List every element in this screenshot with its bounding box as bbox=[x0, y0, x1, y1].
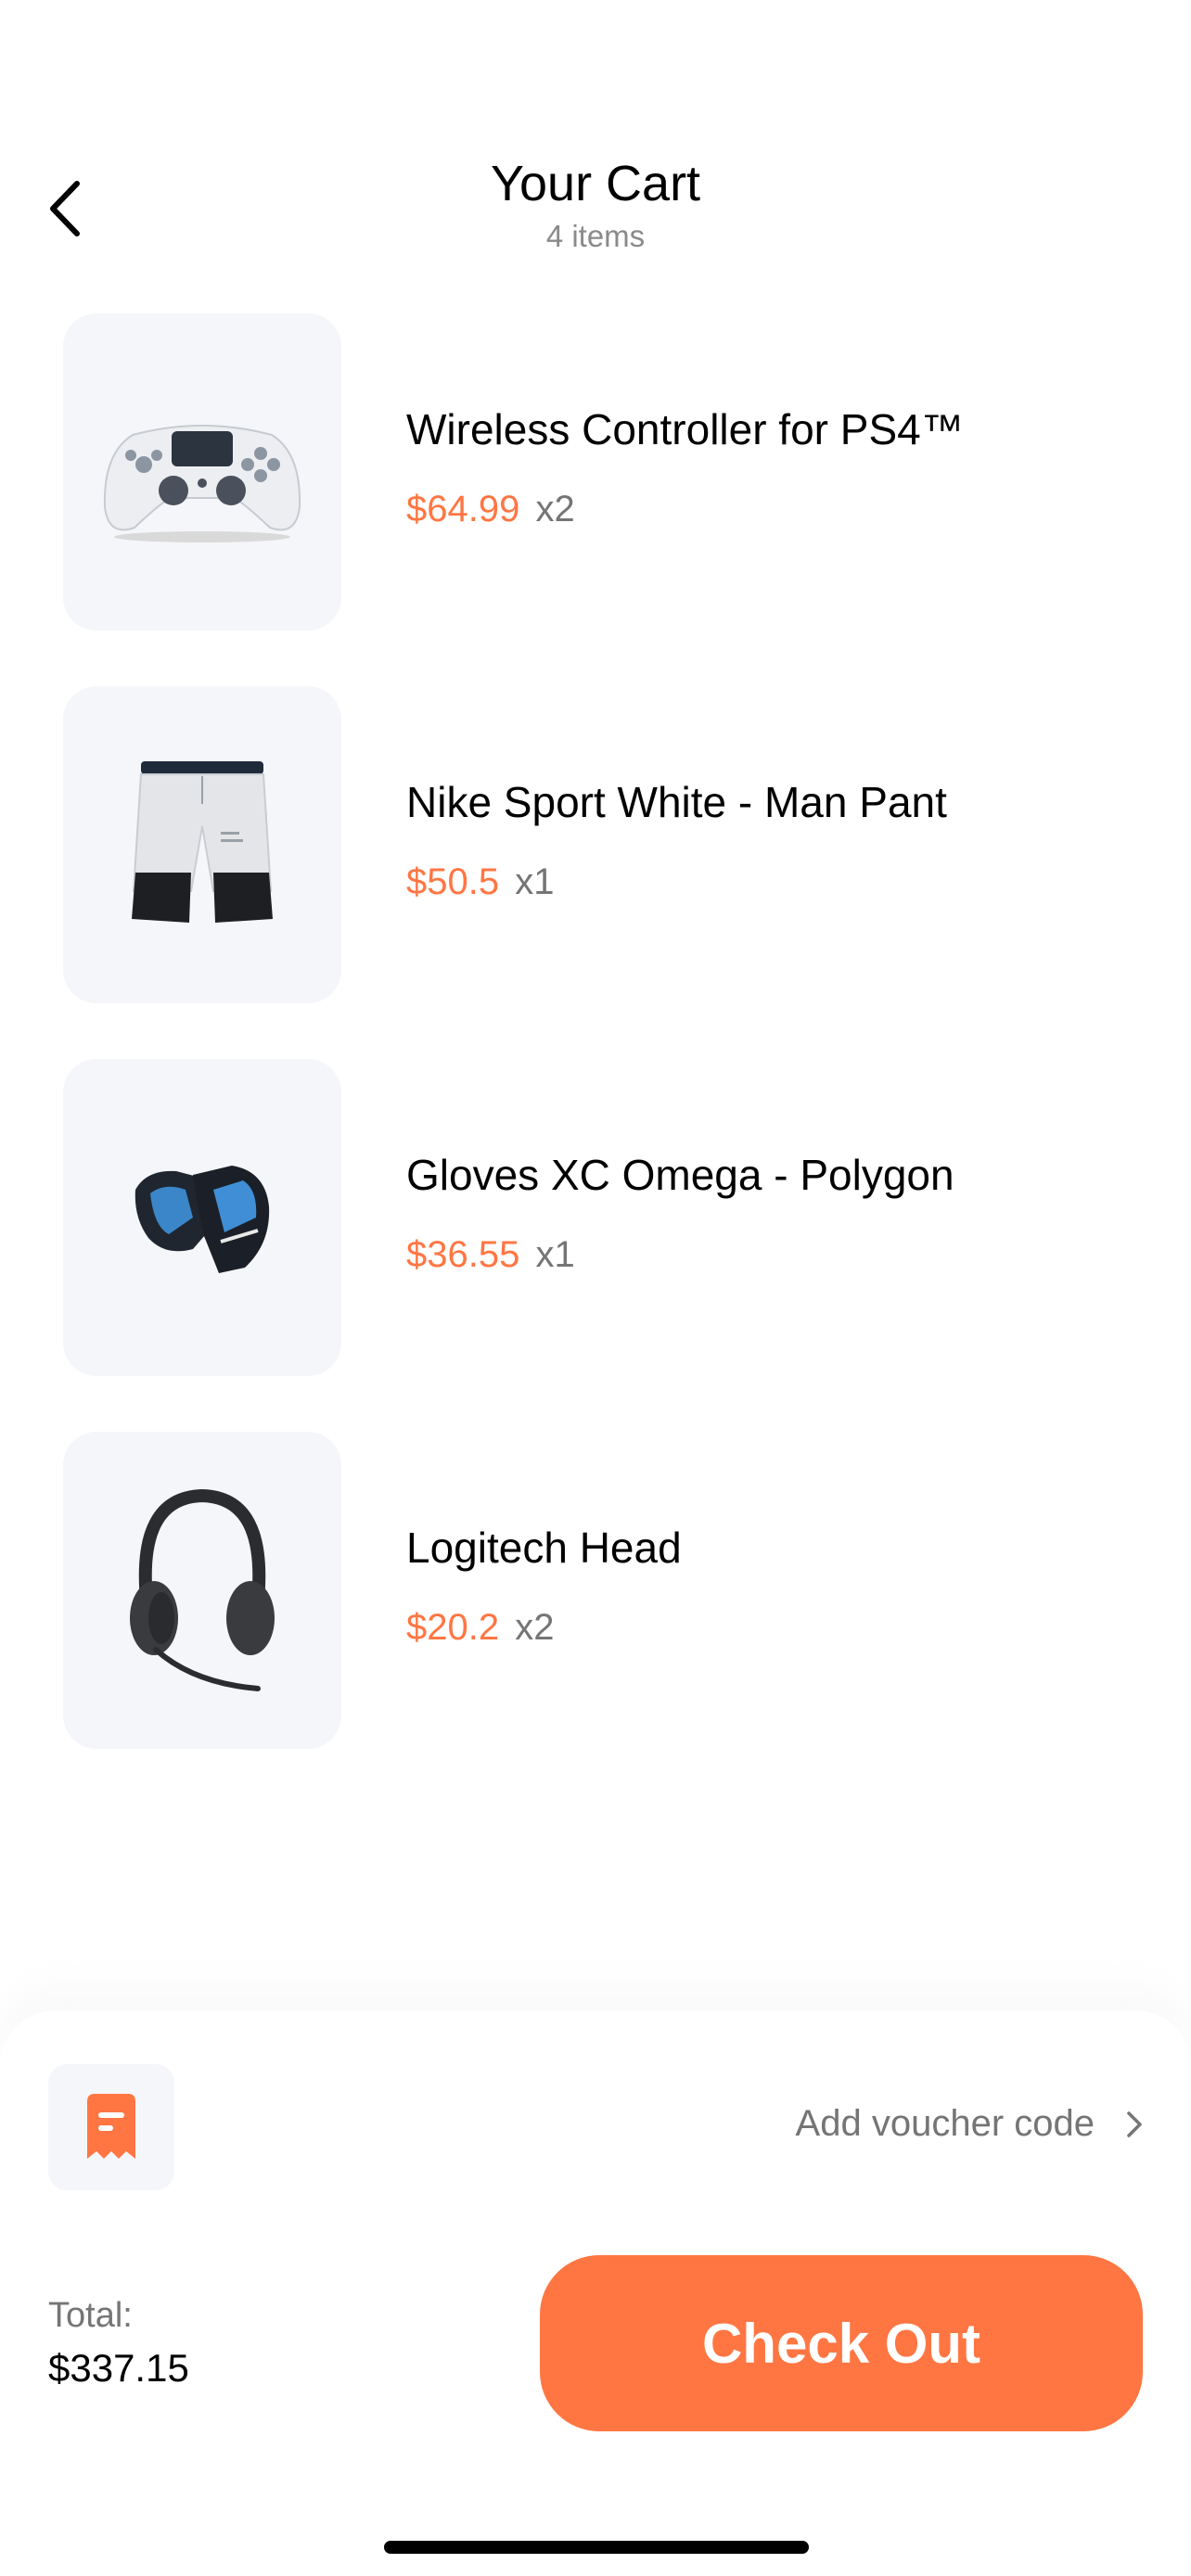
total-value: $337.15 bbox=[48, 2346, 189, 2390]
product-image bbox=[63, 1432, 341, 1749]
item-info: Gloves XC Omega - Polygon $36.55 x1 bbox=[406, 1150, 954, 1276]
checkout-button[interactable]: Check Out bbox=[540, 2255, 1143, 2431]
item-name: Gloves XC Omega - Polygon bbox=[406, 1151, 954, 1199]
item-price: $36.55 bbox=[406, 1234, 520, 1276]
item-price: $64.99 bbox=[406, 489, 520, 530]
item-price: $20.2 bbox=[406, 1607, 500, 1649]
item-price: $50.5 bbox=[406, 861, 500, 903]
total-label: Total: bbox=[48, 2296, 133, 2335]
page-title: Your Cart bbox=[490, 156, 701, 211]
game-controller-icon bbox=[103, 425, 301, 542]
cart-item[interactable]: Wireless Controller for PS4™ $64.99 x2 bbox=[0, 313, 1191, 631]
item-name: Wireless Controller for PS4™ bbox=[406, 405, 964, 453]
product-image bbox=[63, 1059, 341, 1376]
cart-screen: Your Cart 4 items Wireless Controller fo… bbox=[0, 0, 1191, 2576]
item-price-row: $50.5 x1 bbox=[406, 861, 947, 903]
product-image bbox=[63, 686, 341, 1003]
item-info: Wireless Controller for PS4™ $64.99 x2 bbox=[406, 404, 964, 530]
voucher-icon-button[interactable] bbox=[48, 2064, 174, 2190]
item-quantity: x1 bbox=[515, 861, 555, 903]
checkout-panel: Add voucher code Total: $337.15 Check Ou… bbox=[0, 2010, 1191, 2576]
product-image bbox=[63, 313, 341, 631]
gloves-icon bbox=[134, 1166, 270, 1273]
cart-item[interactable]: Gloves XC Omega - Polygon $36.55 x1 bbox=[0, 1059, 1191, 1376]
cart-item[interactable]: Nike Sport White - Man Pant $50.5 x1 bbox=[0, 686, 1191, 1003]
item-quantity: x1 bbox=[535, 1234, 575, 1276]
item-price-row: $20.2 x2 bbox=[406, 1607, 682, 1649]
headset-icon bbox=[130, 1488, 275, 1691]
item-name: Logitech Head bbox=[406, 1524, 682, 1572]
receipt-icon bbox=[87, 2094, 135, 2159]
item-price-row: $36.55 x1 bbox=[406, 1234, 954, 1276]
item-quantity: x2 bbox=[535, 489, 575, 530]
shorts-icon bbox=[132, 761, 273, 923]
voucher-label: Add voucher code bbox=[795, 2103, 1095, 2144]
home-indicator bbox=[384, 2541, 809, 2554]
item-price-row: $64.99 x2 bbox=[406, 489, 964, 530]
item-info: Logitech Head $20.2 x2 bbox=[406, 1523, 682, 1649]
add-voucher-link[interactable]: Add voucher code bbox=[796, 2103, 1143, 2145]
item-info: Nike Sport White - Man Pant $50.5 x1 bbox=[406, 777, 947, 903]
cart-list: Wireless Controller for PS4™ $64.99 x2 N… bbox=[0, 313, 1191, 1804]
item-name: Nike Sport White - Man Pant bbox=[406, 778, 947, 826]
item-quantity: x2 bbox=[515, 1607, 555, 1649]
cart-item[interactable]: Logitech Head $20.2 x2 bbox=[0, 1432, 1191, 1749]
item-count: 4 items bbox=[545, 219, 646, 253]
chevron-right-icon bbox=[1127, 2111, 1142, 2137]
